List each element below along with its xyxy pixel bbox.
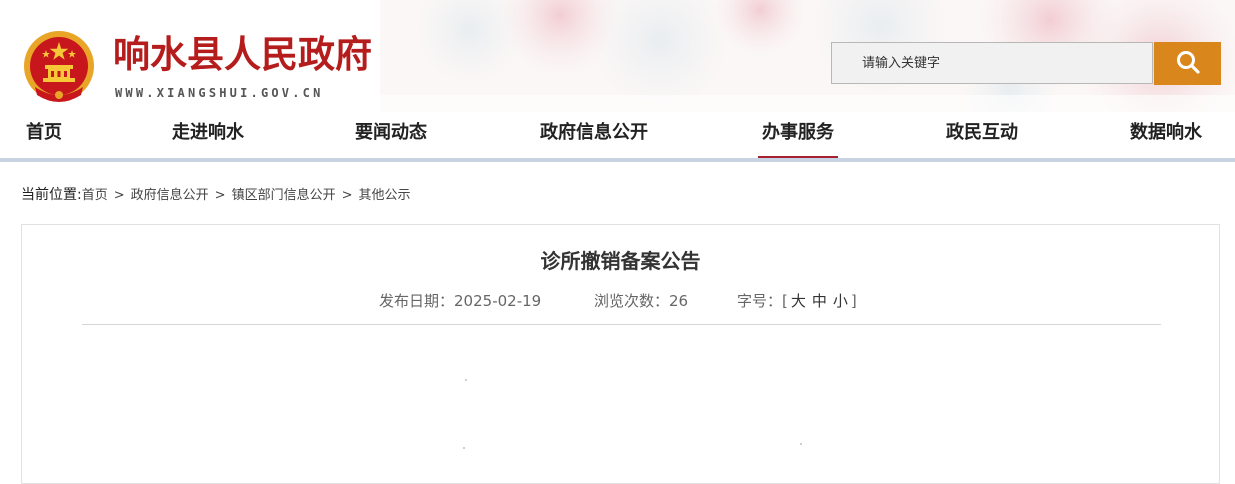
nav-underline	[0, 158, 1235, 162]
nav-item-data[interactable]: 数据响水	[1130, 112, 1202, 158]
article-panel: 诊所撤销备案公告 发布日期：2025-02-19 浏览次数：26 字号：[大中小…	[21, 224, 1220, 484]
nav-item-about[interactable]: 走进响水	[172, 112, 244, 158]
main-nav: 首页 走进响水 要闻动态 政府信息公开 办事服务 政民互动 数据响水	[0, 112, 1235, 162]
breadcrumb-home[interactable]: 首页	[82, 188, 108, 203]
publish-info: 发布日期：2025-02-19	[379, 290, 541, 311]
breadcrumb: 当前位置:首页 > 政府信息公开 > 镇区部门信息公开 > 其他公示	[21, 184, 411, 204]
breadcrumb-dept-info[interactable]: 镇区部门信息公开	[232, 188, 336, 203]
image-speck	[463, 447, 465, 449]
views-label: 浏览次数：	[594, 292, 670, 310]
publish-date: 2025-02-19	[454, 292, 542, 310]
font-small-button[interactable]: 小	[833, 292, 848, 310]
site-url: WWW.XIANGSHUI.GOV.CN	[115, 86, 324, 100]
nav-item-services[interactable]: 办事服务	[758, 112, 838, 161]
search-input[interactable]	[832, 43, 1142, 83]
font-size-control: 字号：[大中小]	[737, 290, 857, 311]
nav-item-interaction[interactable]: 政民互动	[946, 112, 1018, 158]
breadcrumb-gov-info[interactable]: 政府信息公开	[131, 188, 209, 203]
breadcrumb-separator: >	[341, 188, 353, 203]
breadcrumb-other[interactable]: 其他公示	[358, 188, 410, 203]
views-count: 26	[669, 292, 689, 310]
font-size-label: 字号：	[737, 292, 783, 310]
national-emblem-icon	[21, 29, 97, 107]
breadcrumb-separator: >	[113, 188, 125, 203]
views-info: 浏览次数：26	[594, 290, 688, 311]
article-divider	[82, 324, 1161, 325]
font-medium-button[interactable]: 中	[812, 292, 827, 310]
breadcrumb-lead: 当前位置:	[21, 187, 82, 203]
site-title: 响水县人民政府	[113, 33, 372, 76]
nav-item-news[interactable]: 要闻动态	[355, 112, 427, 158]
search-icon	[1175, 49, 1201, 79]
nav-item-gov-info[interactable]: 政府信息公开	[540, 112, 648, 158]
font-large-button[interactable]: 大	[791, 292, 806, 310]
image-speck	[465, 379, 467, 381]
nav-item-home[interactable]: 首页	[26, 112, 62, 158]
breadcrumb-separator: >	[214, 188, 226, 203]
publish-label: 发布日期：	[379, 292, 455, 310]
search-box	[831, 42, 1153, 84]
search-button[interactable]	[1154, 42, 1221, 85]
article-title: 诊所撤销备案公告	[540, 249, 701, 273]
font-bracket-close: ]	[850, 292, 857, 310]
image-speck	[800, 443, 802, 445]
font-bracket-open: [	[782, 292, 788, 310]
